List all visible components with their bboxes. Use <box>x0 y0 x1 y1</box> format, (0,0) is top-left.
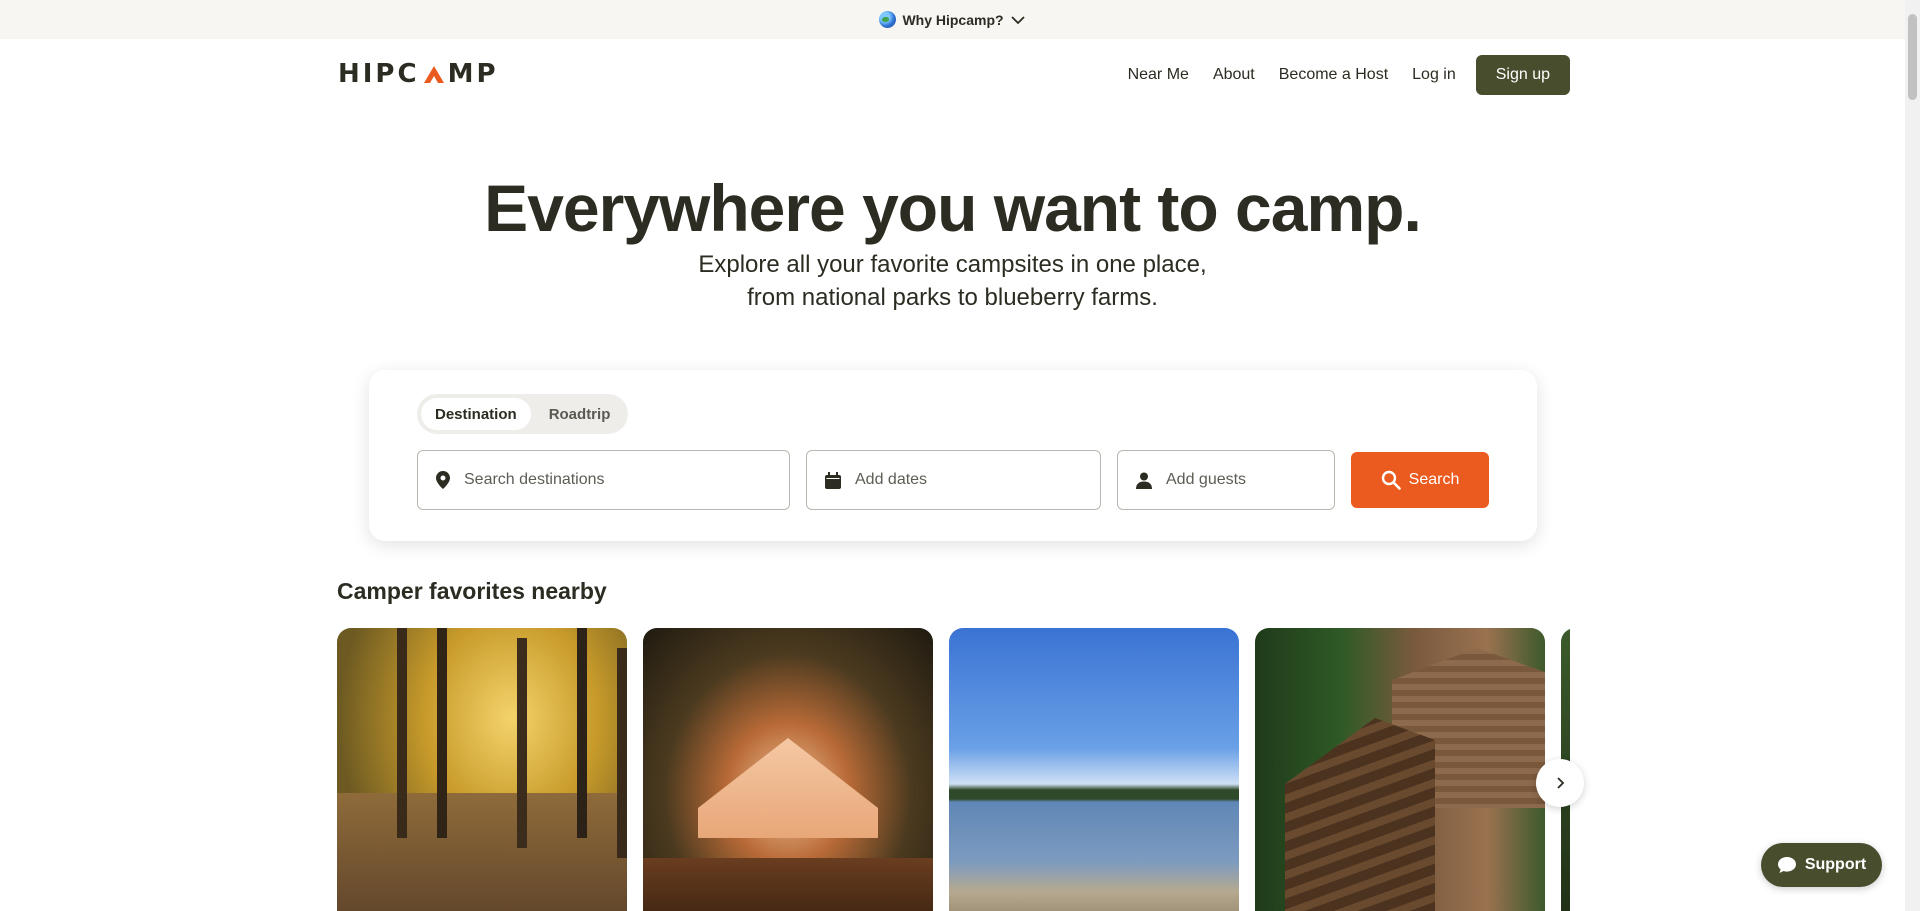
support-button[interactable]: Support <box>1761 843 1882 887</box>
nav-near-me[interactable]: Near Me <box>1116 58 1201 92</box>
campsite-card-2[interactable] <box>643 628 933 911</box>
nav-log-in[interactable]: Log in <box>1400 58 1468 92</box>
search-card: Destination Roadtrip Search destinations… <box>369 370 1537 541</box>
logo-tent-icon <box>423 63 445 85</box>
logo-text-left: HIPC <box>338 59 420 89</box>
hipcamp-logo[interactable]: HIPC MP <box>338 59 499 89</box>
hero-subtitle: Explore all your favorite campsites in o… <box>0 248 1905 314</box>
hero-title: Everywhere you want to camp. <box>484 171 1422 245</box>
hero-subtitle-line-2: from national parks to blueberry farms. <box>747 284 1158 311</box>
sign-up-button[interactable]: Sign up <box>1475 55 1570 95</box>
scrollbar-thumb[interactable] <box>1908 14 1917 100</box>
globe-icon <box>879 11 897 28</box>
map-pin-icon <box>436 471 450 489</box>
person-icon <box>1136 472 1152 489</box>
camper-favorites-carousel <box>337 628 1570 911</box>
why-hipcamp-label: Why Hipcamp? <box>902 11 1004 28</box>
campsite-card-1[interactable] <box>337 628 627 911</box>
dates-input[interactable]: Add dates <box>806 450 1101 510</box>
guests-input[interactable]: Add guests <box>1117 450 1335 510</box>
chevron-right-icon <box>1557 777 1565 789</box>
dates-placeholder: Add dates <box>855 471 928 488</box>
guests-placeholder: Add guests <box>1166 471 1247 488</box>
campsite-card-3[interactable] <box>949 628 1239 911</box>
main-navbar: HIPC MP Near Me About Become a Host Log … <box>0 39 1905 111</box>
search-button[interactable]: Search <box>1351 452 1489 508</box>
nav-about[interactable]: About <box>1201 58 1267 92</box>
logo-text-right: MP <box>447 59 499 89</box>
why-hipcamp-banner: Why Hipcamp? <box>0 0 1905 39</box>
support-label: Support <box>1804 856 1867 873</box>
search-icon <box>1381 470 1401 490</box>
nav-become-host[interactable]: Become a Host <box>1267 58 1400 92</box>
nav-links: Near Me About Become a Host Log in Sign … <box>1116 55 1570 95</box>
chevron-down-icon <box>1010 15 1025 24</box>
hero-subtitle-line-1: Explore all your favorite campsites in o… <box>698 251 1207 278</box>
calendar-icon <box>825 471 841 489</box>
tab-roadtrip[interactable]: Roadtrip <box>535 398 625 430</box>
carousel-next-button[interactable] <box>1536 759 1584 807</box>
why-hipcamp-toggle[interactable]: Why Hipcamp? <box>879 11 1025 28</box>
search-button-label: Search <box>1408 471 1460 488</box>
camper-favorites-title: Camper favorites nearby <box>337 578 607 604</box>
tab-destination[interactable]: Destination <box>421 398 531 430</box>
destination-placeholder: Search destinations <box>464 471 605 488</box>
campsite-card-4[interactable] <box>1255 628 1545 911</box>
destination-search-input[interactable]: Search destinations <box>417 450 790 510</box>
page-scrollbar[interactable] <box>1905 0 1920 911</box>
chat-bubble-icon <box>1777 857 1796 873</box>
search-mode-tabs: Destination Roadtrip <box>417 394 629 434</box>
